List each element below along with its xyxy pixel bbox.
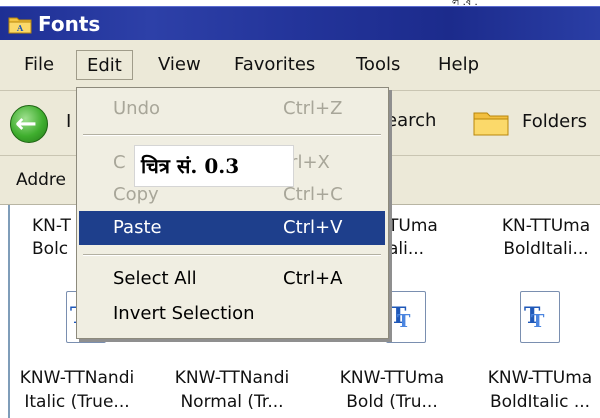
folders-button[interactable]: Folders <box>470 103 598 143</box>
menu-item-shortcut: Ctrl+Z <box>283 98 343 119</box>
edit-menu: Undo Ctrl+Z C trl+X Copy Ctrl+C Paste Ct… <box>76 87 389 339</box>
file-type: Bold (Tru... <box>346 392 438 412</box>
figure-caption: चित्र सं. 0.3 <box>134 145 294 187</box>
menu-item-label: Invert Selection <box>113 303 255 324</box>
menu-item-shortcut: Ctrl+V <box>283 217 343 238</box>
file-name: KNW-TTNandi <box>174 368 290 388</box>
folder-icon: A <box>8 17 32 34</box>
menu-separator <box>83 134 381 136</box>
menu-item-label: Select All <box>113 268 197 289</box>
folders-icon <box>473 112 509 136</box>
file-type: BoldItali... <box>503 239 589 259</box>
back-arrow-icon: ← <box>10 105 48 143</box>
menu-bar: File Edit View Favorites Tools Help <box>0 40 600 91</box>
title-bar[interactable]: A Fonts <box>0 6 600 41</box>
file-name: KNW-TTUma <box>339 368 445 388</box>
menu-item-shortcut: Ctrl+A <box>283 268 343 289</box>
menu-item-undo[interactable]: Undo Ctrl+Z <box>79 92 385 126</box>
file-name: KN-TTUma <box>501 216 591 236</box>
menu-item-paste[interactable]: Paste Ctrl+V <box>79 211 385 245</box>
menu-separator <box>83 254 381 256</box>
menu-tools[interactable]: Tools <box>346 50 410 80</box>
file-type: Italic (True... <box>24 392 130 412</box>
menu-item-label: Undo <box>113 98 161 119</box>
address-label: Addre <box>16 170 66 190</box>
font-file-icon[interactable]: TT <box>516 291 564 347</box>
file-name: KNW-TTNandi <box>19 368 135 388</box>
back-button[interactable]: ← <box>10 105 56 143</box>
menu-favorites[interactable]: Favorites <box>224 50 325 80</box>
svg-text:A: A <box>16 23 24 33</box>
file-name: KNW-TTUma <box>487 368 593 388</box>
menu-item-select-all[interactable]: Select All Ctrl+A <box>79 262 385 296</box>
menu-view[interactable]: View <box>148 50 211 80</box>
menu-edit[interactable]: Edit <box>76 50 133 80</box>
menu-help[interactable]: Help <box>428 50 489 80</box>
file-type: BoldItalic ... <box>489 392 591 412</box>
figure-caption-text: चित्र सं. 0.3 <box>141 154 240 178</box>
window-title: Fonts <box>38 12 101 36</box>
back-button-label[interactable]: I <box>66 111 71 132</box>
menu-item-invert-selection[interactable]: Invert Selection <box>79 297 385 331</box>
menu-file[interactable]: File <box>14 50 64 80</box>
file-type: Normal (Tr... <box>180 392 284 412</box>
search-button-label[interactable]: earch <box>386 110 436 131</box>
folders-label: Folders <box>522 111 588 132</box>
font-file-icon[interactable]: TT <box>382 291 430 347</box>
menu-item-label: Paste <box>113 217 162 238</box>
menu-item-label: C <box>113 152 126 173</box>
